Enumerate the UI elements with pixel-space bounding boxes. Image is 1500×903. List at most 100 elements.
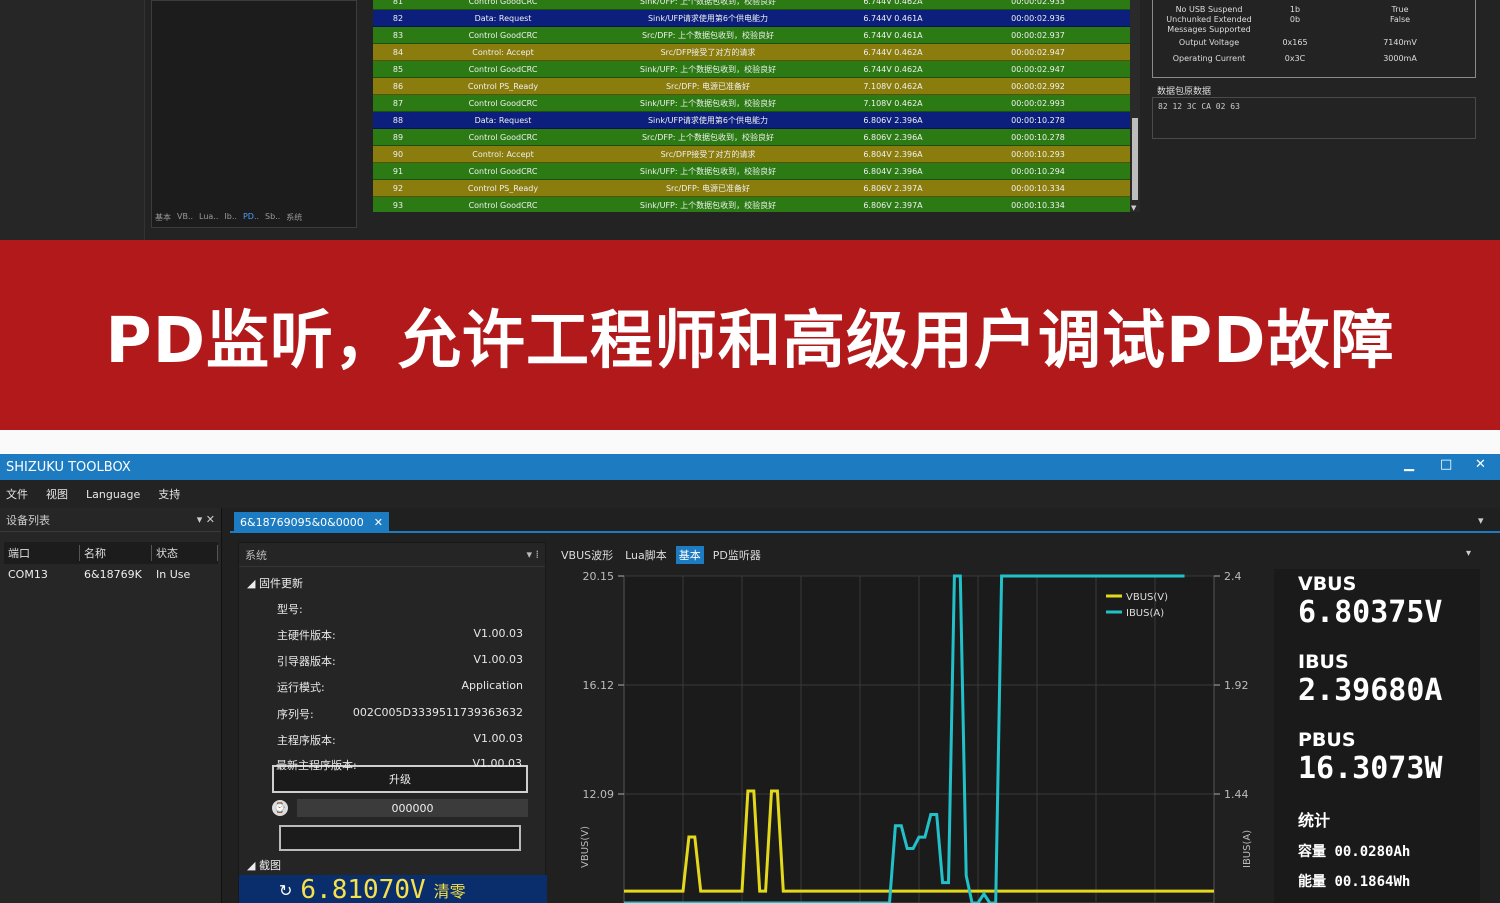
pd-cell-time: 00:00:10.334 [1011, 183, 1065, 193]
pd-row[interactable]: 85 Control GoodCRC Sink/UFP: 上个数据包收到，校验良好 6… [373, 61, 1130, 78]
ibus-label: IBUS [1298, 651, 1349, 673]
info-row-fw: 主程序版本: V1.00.03 [277, 732, 523, 748]
pd-table-scrollbar[interactable]: ▼ [1130, 0, 1140, 212]
system-dropdown-icon[interactable]: ▾ ⁞ [526, 548, 539, 561]
menu-view[interactable]: 视图 [46, 486, 68, 502]
pd-cell-n: 81 [392, 0, 404, 6]
device-subpanel [151, 0, 357, 228]
pd-cell-time: 00:00:02.993 [1011, 98, 1065, 108]
tab-close-icon[interactable]: ✕ [374, 516, 383, 529]
pd-row[interactable]: 86 Control PS_Ready Src/DFP: 电源已准备好 7.108V … [373, 78, 1130, 95]
tab-pd[interactable]: PD.. [243, 212, 259, 223]
firmware-path-input[interactable] [279, 825, 521, 851]
menu-file[interactable]: 文件 [6, 486, 28, 502]
msg-cell-b: 0x165 [1282, 38, 1308, 47]
pd-row[interactable]: 83 Control GoodCRC Src/DFP: 上个数据包收到，校验良好 6.… [373, 27, 1130, 44]
msg-cell-v: False [1389, 15, 1411, 24]
col-name[interactable]: 名称 [80, 545, 152, 561]
col-status[interactable]: 状态 [152, 545, 218, 561]
col-port[interactable]: 端口 [4, 545, 80, 561]
pd-cell-volt: 7.108V 0.462A [863, 98, 923, 108]
vbus-label: VBUS [1298, 573, 1357, 595]
tab-lua-script[interactable]: Lua脚本 [622, 546, 670, 564]
scroll-down-icon[interactable]: ▼ [1131, 204, 1136, 212]
pd-cell-volt: 6.806V 2.396A [863, 132, 923, 142]
maximize-icon[interactable]: □ [1440, 457, 1452, 472]
msg-cell-k: No USB Suspend [1175, 5, 1243, 14]
info-row-model: 型号: [277, 601, 523, 617]
pd-cell-time: 00:00:10.294 [1011, 166, 1065, 176]
vbus-ibus-chart[interactable]: 20.15 16.12 12.09 2.4 1.92 1.44 VBUS(V) IBUS(A)… [566, 568, 1272, 903]
y-tick-label: 16.12 [583, 679, 615, 692]
pd-row[interactable]: 81 Control GoodCRC Sink/UFP: 上个数据包收到，校验良好 6… [373, 0, 1130, 10]
title-bar: SHIZUKU TOOLBOX ▁ □ ✕ [0, 454, 1500, 480]
info-row-mode: 运行模式: Application [277, 679, 523, 695]
pd-row[interactable]: 88 Data: Request Sink/UFP请求使用第6个供电能力 6.806V… [373, 112, 1130, 129]
progress-field: 000000 [297, 799, 528, 817]
pd-cell-n: 84 [392, 47, 404, 57]
pd-cell-time: 00:00:02.933 [1011, 0, 1065, 6]
banner-headline: PD监听，允许工程师和高级用户调试PD故障 [105, 303, 1395, 377]
tab-sb[interactable]: Sb.. [265, 212, 280, 223]
scrollbar-thumb[interactable] [1132, 118, 1138, 200]
pd-row[interactable]: 87 Control GoodCRC Sink/UFP: 上个数据包收到，校验良好 7… [373, 95, 1130, 112]
screenshot-group-header[interactable]: ◢ 截图 [247, 857, 281, 873]
pd-cell-n: 83 [392, 30, 404, 40]
device-row[interactable]: COM13 6&18769K In Use [4, 564, 218, 584]
menu-support[interactable]: 支持 [158, 486, 180, 502]
msg-row: Messages Supported [1153, 25, 1475, 35]
info-key: 运行模式: [277, 681, 325, 694]
stats-panel: VBUS 6.80375V IBUS 2.39680A PBUS 16.3073… [1274, 569, 1480, 903]
pd-row[interactable]: 89 Control GoodCRC Src/DFP: 上个数据包收到，校验良好 6.… [373, 129, 1130, 146]
pd-cell-type: Control: Accept [472, 149, 534, 159]
legend-label: IBUS(A) [1126, 608, 1164, 619]
pd-row[interactable]: 93 Control GoodCRC Sink/UFP: 上个数据包收到，校验良好 6… [373, 197, 1130, 212]
pd-cell-volt: 6.744V 0.462A [863, 47, 923, 57]
chart-menu-icon[interactable]: ▾ [1466, 548, 1471, 559]
pd-cell-type: Control GoodCRC [468, 64, 538, 74]
tab-basic[interactable]: 基本 [155, 212, 171, 223]
pd-cell-desc: Sink/UFP: 上个数据包收到，校验良好 [639, 166, 777, 176]
pd-row[interactable]: 82 Data: Request Sink/UFP请求使用第6个供电能力 6.744V… [373, 10, 1130, 27]
msg-row: Unchunked Extended 0b False [1153, 15, 1475, 25]
pd-cell-n: 86 [392, 81, 404, 91]
tab-menu-icon[interactable]: ▾ [1478, 514, 1484, 527]
pd-cell-desc: Sink/UFP: 上个数据包收到，校验良好 [639, 0, 777, 6]
info-value: V1.00.03 [473, 653, 523, 666]
pd-cell-n: 88 [392, 115, 404, 125]
refresh-icon[interactable]: ↻ [279, 881, 292, 900]
y-axis-label: VBUS(V) [580, 826, 591, 868]
pd-row[interactable]: 84 Control: Accept Src/DFP接受了对方的请求 6.744V 0… [373, 44, 1130, 61]
pd-message-table[interactable]: 81 Control GoodCRC Sink/UFP: 上个数据包收到，校验良好 6… [373, 0, 1130, 212]
menu-language[interactable]: Language [86, 488, 140, 501]
tab-system[interactable]: 系统 [286, 212, 302, 223]
tab-device[interactable]: 6&18769095&0&0000 ✕ [234, 512, 389, 532]
pd-row[interactable]: 92 Control PS_Ready Src/DFP: 电源已准备好 6.806V … [373, 180, 1130, 197]
device-name: 6&18769K [84, 567, 142, 581]
tab-vbus[interactable]: VB.. [177, 212, 193, 223]
y-tick-label: 12.09 [583, 788, 615, 801]
chart-tabs: VBUS波形 Lua脚本 基本 PD监听器 [558, 546, 764, 564]
firmware-group-header[interactable]: ◢ 固件更新 [247, 575, 303, 591]
pd-row[interactable]: 90 Control: Accept Src/DFP接受了对方的请求 6.804V 2… [373, 146, 1130, 163]
raw-data-field[interactable]: 82 12 3C CA 02 63 [1152, 97, 1476, 139]
minimize-icon[interactable]: ▁ [1404, 457, 1414, 472]
close-icon[interactable]: ✕ [1475, 457, 1486, 472]
message-detail-box: No USB Suspend 1b True Unchunked Extended 0b… [1152, 0, 1476, 78]
tab-ib[interactable]: Ib.. [224, 212, 237, 223]
tab-pd-monitor[interactable]: PD监听器 [710, 546, 764, 564]
window-title: SHIZUKU TOOLBOX [6, 459, 131, 475]
panel-close-icon[interactable]: ▾ ✕ [197, 513, 215, 526]
tab-lua[interactable]: Lua.. [199, 212, 218, 223]
tab-vbus-wave[interactable]: VBUS波形 [558, 546, 616, 564]
pd-cell-type: Control GoodCRC [468, 0, 538, 6]
info-value: V1.00.03 [472, 757, 522, 770]
menu-bar: 文件 视图 Language 支持 [0, 480, 1500, 508]
system-panel: 系统 ▾ ⁞ ◢ 固件更新 型号: 主硬件版本: V1.00.03 引导器版本: V… [238, 542, 547, 903]
tab-basic-selected[interactable]: 基本 [675, 546, 704, 564]
energy-row: 能量 00.1864Wh [1298, 871, 1410, 891]
info-value: 002C005D3339511739363632 [352, 706, 523, 719]
pd-cell-desc: Src/DFP: 电源已准备好 [665, 81, 751, 91]
pd-row[interactable]: 91 Control GoodCRC Sink/UFP: 上个数据包收到，校验良好 6… [373, 163, 1130, 180]
pd-cell-volt: 6.744V 0.462A [863, 0, 923, 6]
